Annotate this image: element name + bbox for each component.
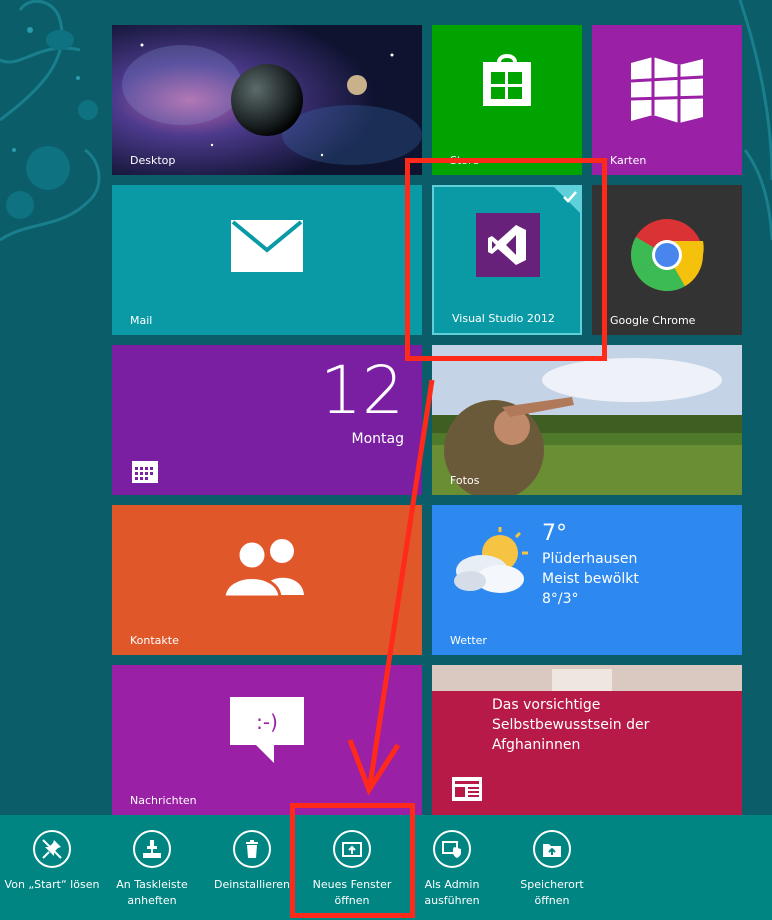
space-wallpaper-image xyxy=(112,25,422,175)
label-line: Speicherort xyxy=(520,878,584,891)
store-bag-icon xyxy=(483,54,531,106)
tile-contacts[interactable]: Kontakte xyxy=(112,505,422,655)
tile-label: Desktop xyxy=(130,154,176,167)
tile-photos[interactable]: Fotos xyxy=(432,345,742,495)
tile-news[interactable]: Das vorsichtige Selbstbewusstsein der Af… xyxy=(432,665,742,815)
weather-condition: Meist bewölkt xyxy=(542,571,639,587)
calendar-grid-icon xyxy=(132,461,158,483)
open-file-location-button[interactable]: Speicherort öffnen xyxy=(502,815,602,920)
tile-calendar[interactable]: 12 Montag xyxy=(112,345,422,495)
unpin-from-start-button[interactable]: Von „Start“ lösen xyxy=(2,815,102,920)
tile-maps[interactable]: Karten xyxy=(592,25,742,175)
shield-icon xyxy=(433,830,471,868)
label-line: Von „Start“ lösen xyxy=(4,878,100,891)
label-line: Als Admin xyxy=(424,878,480,891)
calendar-weekday: Montag xyxy=(351,431,404,447)
tile-mail[interactable]: Mail xyxy=(112,185,422,335)
run-as-admin-button[interactable]: Als Admin ausführen xyxy=(402,815,502,920)
uninstall-button[interactable]: Deinstallieren xyxy=(202,815,302,920)
tile-label: Fotos xyxy=(450,474,480,487)
button-label: Von „Start“ lösen xyxy=(2,877,102,893)
partly-cloudy-icon xyxy=(454,527,528,593)
news-headline-line: Selbstbewusstsein der xyxy=(492,717,650,733)
news-headline-line: Das vorsichtige xyxy=(492,697,601,713)
news-headline-line: Afghaninnen xyxy=(492,737,581,753)
folder-icon xyxy=(533,830,571,868)
annotation-box-button xyxy=(290,803,415,918)
tile-google-chrome[interactable]: Google Chrome xyxy=(592,185,742,335)
speech-bubble-smiley-icon: :-) xyxy=(230,697,304,763)
chrome-logo-icon xyxy=(630,219,704,292)
trash-icon xyxy=(233,830,271,868)
photo-landscape-image xyxy=(432,345,742,495)
tile-label: Karten xyxy=(610,154,647,167)
button-label: Speicherort öffnen xyxy=(502,877,602,909)
pin-taskbar-icon xyxy=(133,830,171,868)
tile-label: Mail xyxy=(130,314,153,327)
label-line: ausführen xyxy=(424,894,480,907)
weather-range: 8°/3° xyxy=(542,591,579,607)
pin-to-taskbar-button[interactable]: An Taskleiste anheften xyxy=(102,815,202,920)
tile-weather[interactable]: 7° Plüderhausen Meist bewölkt 8°/3° Wett… xyxy=(432,505,742,655)
tile-desktop[interactable]: Desktop xyxy=(112,25,422,175)
label-line: anheften xyxy=(127,894,177,907)
map-icon xyxy=(630,57,704,123)
tile-messaging[interactable]: :-) Nachrichten xyxy=(112,665,422,815)
weather-temperature: 7° xyxy=(542,521,567,546)
tile-label: Nachrichten xyxy=(130,794,197,807)
people-icon xyxy=(222,539,304,597)
button-label: Deinstallieren xyxy=(202,877,302,893)
news-headline: Das vorsichtige Selbstbewusstsein der Af… xyxy=(492,695,649,755)
tile-label: Google Chrome xyxy=(610,314,696,327)
tile-label: Kontakte xyxy=(130,634,179,647)
label-line: öffnen xyxy=(534,894,570,907)
button-label: Als Admin ausführen xyxy=(402,877,502,909)
newspaper-icon xyxy=(452,777,482,801)
calendar-day-number: 12 xyxy=(320,352,404,429)
label-line: Deinstallieren xyxy=(213,878,290,891)
mail-envelope-icon xyxy=(231,220,303,272)
weather-city: Plüderhausen xyxy=(542,551,638,567)
label-line: An Taskleiste xyxy=(116,878,188,891)
tile-label: Wetter xyxy=(450,634,487,647)
annotation-box-tile xyxy=(405,158,607,361)
news-photo-image xyxy=(432,665,742,691)
unpin-icon xyxy=(33,830,71,868)
button-label: An Taskleiste anheften xyxy=(102,877,202,909)
svg-text::-): :-) xyxy=(256,710,278,734)
tile-store[interactable]: Store xyxy=(432,25,582,175)
